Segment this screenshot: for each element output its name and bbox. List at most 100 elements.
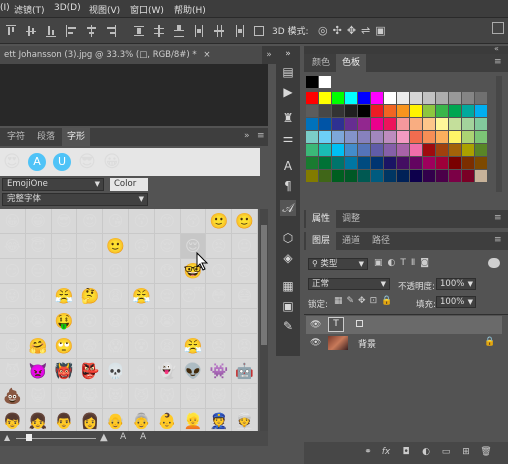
collapse-panel-icon[interactable]: » — [244, 131, 250, 141]
filter-toggle[interactable] — [488, 258, 500, 268]
font-family-select[interactable]: EmojiOne ▼ — [2, 178, 104, 191]
tab-paragraph[interactable]: 段落 — [32, 128, 60, 146]
distribute-right-icon[interactable] — [234, 25, 244, 37]
color-swatch[interactable] — [371, 92, 383, 104]
tab-layers[interactable]: 图层 — [306, 232, 337, 250]
align-vcenter-icon[interactable] — [26, 25, 36, 37]
glyphs-icon[interactable]: 𝒜 — [280, 200, 296, 216]
color-swatch[interactable] — [345, 170, 357, 182]
trash-icon[interactable]: 🗑 — [480, 446, 492, 458]
color-swatch[interactable] — [319, 170, 331, 182]
color-swatch[interactable] — [423, 131, 435, 143]
color-swatch[interactable] — [436, 131, 448, 143]
color-swatch[interactable] — [332, 170, 344, 182]
play-icon[interactable]: ▶ — [280, 84, 296, 100]
color-swatch[interactable] — [306, 105, 318, 117]
character-icon[interactable]: A — [280, 158, 296, 174]
document-canvas[interactable] — [0, 64, 268, 126]
glyph-cell[interactable]: 😊 — [0, 309, 26, 334]
recent-glyph[interactable]: U — [50, 148, 74, 176]
glyph-cell[interactable]: 😵 — [129, 334, 155, 359]
glyph-cell[interactable]: 😤 — [129, 284, 155, 309]
glyph-cell[interactable]: 👩 — [77, 409, 104, 431]
color-swatch[interactable] — [423, 170, 435, 182]
3d-scene-icon[interactable]: ◈ — [280, 250, 296, 266]
color-swatch[interactable] — [319, 157, 331, 169]
glyph-cell[interactable]: 👨 — [52, 409, 78, 431]
color-swatch[interactable] — [306, 92, 318, 104]
distribute-bottom-icon[interactable] — [174, 25, 184, 37]
color-swatch[interactable] — [345, 157, 357, 169]
tab-color[interactable]: 颜色 — [306, 54, 336, 72]
menu-item-help[interactable]: 帮助(H) — [174, 3, 206, 16]
glyph-grid-scrollbar[interactable] — [260, 209, 268, 431]
glyph-cell[interactable]: 👹 — [51, 359, 78, 384]
align-top-icon[interactable] — [6, 25, 16, 37]
recent-glyph[interactable]: 😍 — [0, 148, 24, 176]
color-swatch[interactable] — [397, 157, 409, 169]
color-swatch[interactable] — [384, 105, 396, 117]
color-swatch[interactable] — [436, 92, 448, 104]
color-swatch[interactable] — [410, 131, 422, 143]
color-swatch[interactable] — [371, 157, 383, 169]
glyph-cell[interactable]: 🙂 — [103, 234, 129, 259]
adjustments-icon[interactable]: ⚌ — [280, 130, 296, 146]
color-swatch[interactable] — [436, 144, 448, 156]
color-swatch[interactable] — [397, 144, 409, 156]
recent-glyph[interactable]: A — [25, 148, 49, 176]
glyph-cell[interactable]: 🤑 — [51, 309, 78, 334]
glyph-cell[interactable]: 😶 — [51, 259, 78, 284]
color-swatch[interactable] — [475, 157, 487, 169]
glyph-cell[interactable]: 😹 — [77, 384, 104, 409]
color-swatch[interactable] — [475, 105, 487, 117]
glyph-cell[interactable]: 💀 — [103, 359, 129, 384]
color-swatch[interactable] — [332, 118, 344, 130]
glyph-cell[interactable]: 😕 — [103, 259, 129, 284]
color-swatch[interactable] — [436, 105, 448, 117]
menu-item-window[interactable]: 窗口(W) — [130, 3, 164, 16]
color-swatch[interactable] — [397, 92, 409, 104]
color-swatch[interactable] — [319, 105, 331, 117]
color-swatch[interactable] — [332, 144, 344, 156]
color-swatch[interactable] — [462, 118, 474, 130]
color-swatch[interactable] — [397, 170, 409, 182]
distribute-top-icon[interactable] — [134, 25, 144, 37]
tab-properties[interactable]: 属性 — [306, 210, 337, 228]
fx-icon[interactable]: fx — [380, 446, 392, 458]
glyph-cell[interactable]: 😩 — [25, 284, 52, 309]
distribute-hcenter-icon[interactable] — [214, 25, 224, 37]
link-icon[interactable]: ⚭ — [362, 446, 374, 458]
color-swatch[interactable] — [384, 170, 396, 182]
align-hcenter-icon[interactable] — [86, 25, 96, 37]
color-swatch[interactable] — [462, 170, 474, 182]
color-swatch[interactable] — [371, 131, 383, 143]
glyph-cell[interactable]: 😴 — [180, 284, 207, 309]
menu-item-3d[interactable]: 3D(D) — [54, 3, 81, 13]
3d-mode-icons[interactable]: ◎✣✥⇌▣ — [318, 24, 391, 37]
glyph-cell[interactable]: 😖 — [180, 309, 207, 334]
tab-swatches[interactable]: 色板 — [336, 54, 367, 72]
tab-glyphs[interactable]: 字形 — [62, 128, 91, 146]
glyph-size-slider-thumb[interactable] — [26, 434, 32, 441]
color-swatch[interactable] — [384, 92, 396, 104]
panel-menu-icon[interactable]: ≡ — [257, 131, 265, 141]
glyph-cell[interactable]: 👶 — [155, 409, 181, 431]
eye-icon[interactable]: 👁 — [310, 338, 321, 348]
color-swatch[interactable] — [410, 157, 422, 169]
color-swatch[interactable] — [358, 144, 370, 156]
glyph-cell[interactable]: 😜 — [0, 284, 26, 309]
align-bottom-icon[interactable] — [46, 25, 56, 37]
glyph-cell[interactable]: 💩 — [0, 384, 26, 409]
color-swatch[interactable] — [410, 92, 422, 104]
color-swatch[interactable] — [332, 131, 344, 143]
glyph-cell[interactable]: 😂 — [0, 234, 26, 259]
tab-channels[interactable]: 通道 — [336, 232, 366, 250]
glyph-cell[interactable]: 😒 — [77, 259, 104, 284]
adjustment-icon[interactable]: ◐ — [420, 446, 432, 458]
color-swatch[interactable] — [384, 144, 396, 156]
glyph-cell[interactable]: 😚 — [180, 209, 207, 234]
color-swatch[interactable] — [436, 157, 448, 169]
panel-menu-icon[interactable]: ≡ — [494, 235, 502, 245]
color-swatch[interactable] — [423, 144, 435, 156]
glyph-cell[interactable]: 😲 — [206, 259, 233, 284]
